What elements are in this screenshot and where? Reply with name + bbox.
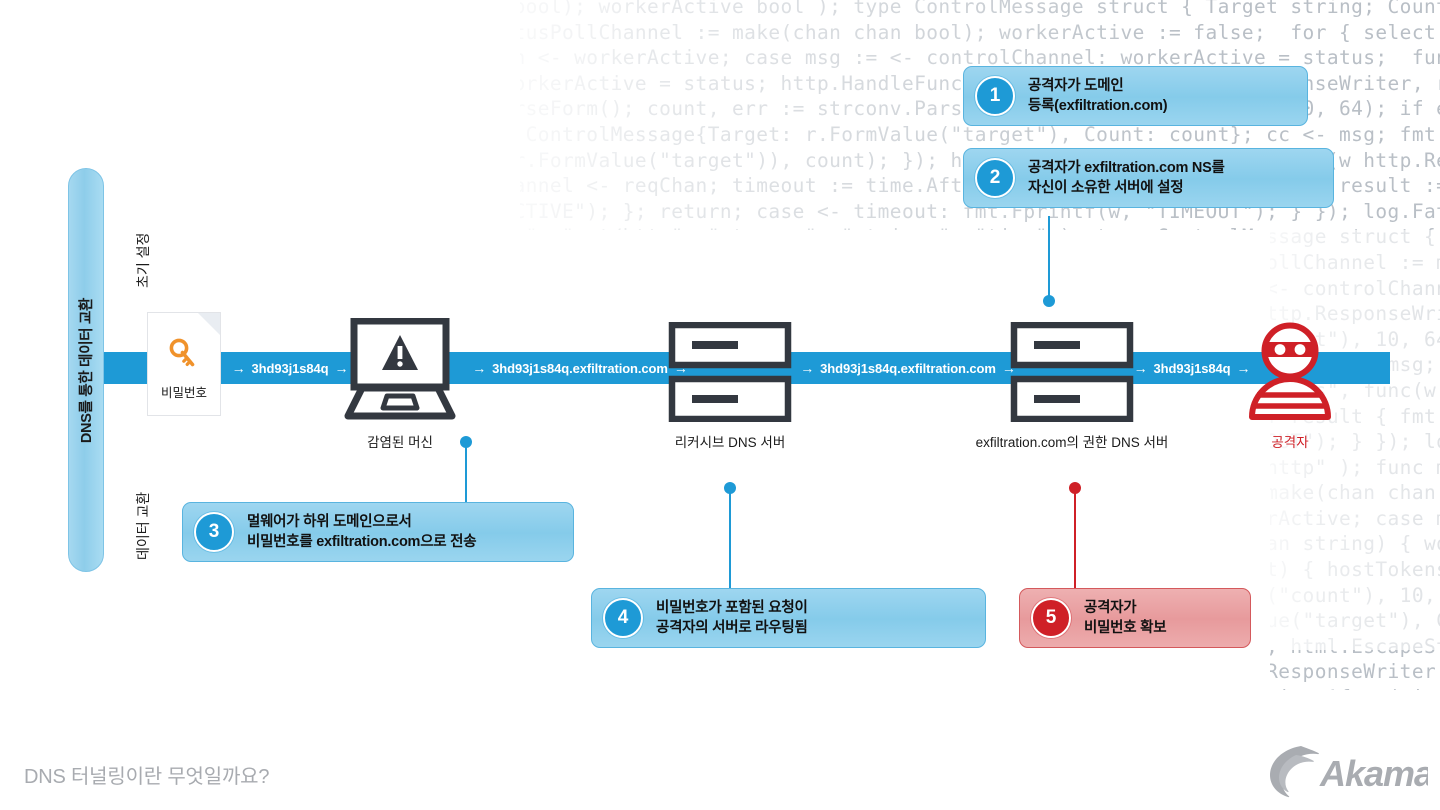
callout-5[interactable]: 5 공격자가 비밀번호 확보 — [1019, 588, 1251, 648]
svg-text:Akamai: Akamai — [1319, 753, 1428, 794]
flow-text-4: 3hd93j1s84q — [1153, 360, 1231, 376]
recursive-dns-node — [668, 321, 792, 427]
connector-dot-callout3 — [460, 436, 472, 448]
attacker-node — [1238, 318, 1342, 427]
veil-main — [0, 230, 1270, 730]
callout-4-text: 비밀번호가 포함된 요청이 공격자의 서버로 라우팅됨 — [656, 600, 808, 636]
phase-label-setup: 초기 설정 — [135, 232, 151, 288]
callout-3-text: 멀웨어가 하위 도메인으로서 비밀번호를 exfiltration.com으로 … — [247, 514, 477, 550]
flow-label-4: → 3hd93j1s84q → — [1134, 356, 1251, 380]
code-line: { controlChannel := make(chan ControlMes… — [137, 250, 1440, 274]
attacker-caption: 공격자 — [1271, 435, 1309, 450]
code-line: FormValue("target")), count); }); http.H… — [379, 660, 1440, 684]
flow-text-1: 3hd93j1s84q — [251, 360, 329, 376]
flow-arrow-left-1: → — [231, 360, 246, 376]
diagram-canvas: statusPollChannel = make(chan chan bool)… — [0, 0, 1440, 810]
attacker-icon — [1238, 322, 1342, 426]
key-icon — [148, 337, 220, 376]
callout-4-badge: 4 — [603, 598, 643, 638]
callout-5-text: 공격자가 비밀번호 확보 — [1084, 600, 1167, 636]
server-icon — [668, 321, 792, 426]
left-rail-pill-label: DNS를 통한 데이터 교환 — [79, 297, 96, 443]
flow-label-3: → 3hd93j1s84q.exfiltration.com → — [794, 356, 1022, 380]
laptop-warning-icon — [332, 317, 468, 426]
code-line: ListenAndServe(":1337", nil)); }; packag… — [246, 455, 1440, 479]
phase-label-exchange: 데이터 교환 — [135, 491, 151, 560]
code-line: main; import ( "fmt"; "html"; "log"; "ne… — [112, 225, 1437, 249]
authoritative-dns-node — [1010, 321, 1134, 427]
connector-callout2 — [1048, 216, 1050, 304]
flow-text-3: 3hd93j1s84q.exfiltration.com — [820, 360, 996, 376]
connector-callout3 — [465, 442, 467, 504]
recursive-dns-caption: 리커시브 DNS 서버 — [674, 435, 786, 450]
left-rail-pill: DNS를 통한 데이터 교환 — [68, 168, 104, 572]
code-line: for { select { case respChan := <- statu… — [149, 276, 1440, 300]
connector-dot-callout4 — [724, 482, 736, 494]
callout-1[interactable]: 1 공격자가 도메인 등록(exfiltration.com) — [963, 66, 1308, 126]
authoritative-dns-caption: exfiltration.com의 권한 DNS 서버 — [975, 435, 1169, 450]
attacker-caption-wrap: 공격자 — [1228, 433, 1352, 452]
callout-3-badge: 3 — [194, 512, 234, 552]
authoritative-dns-caption-wrap: exfiltration.com의 권한 DNS 서버 — [950, 433, 1194, 452]
connector-callout4 — [729, 488, 731, 590]
flow-arrow-left-2: → — [472, 360, 487, 376]
document-fold-corner — [198, 313, 220, 335]
flow-label-1: → 3hd93j1s84q → — [232, 356, 349, 380]
server-icon — [1010, 321, 1134, 426]
callout-5-badge: 5 — [1031, 598, 1071, 638]
code-line: reqChan := make(chan bool); statusPollCh… — [137, 20, 1437, 44]
flow-arrow-left-3: → — [800, 360, 815, 376]
callout-3[interactable]: 3 멀웨어가 하위 도메인으로서 비밀번호를 exfiltration.com으… — [182, 502, 574, 562]
password-document: 비밀번호 — [147, 312, 221, 416]
page-title: DNS 터널링이란 무엇일까요? — [24, 766, 270, 788]
infected-machine-node — [332, 317, 468, 427]
code-line: statusPollChannel = make(chan chan bool)… — [40, 0, 1440, 18]
callout-1-badge: 1 — [975, 76, 1015, 116]
connector-dot-callout5 — [1069, 482, 1081, 494]
code-line: { reqChan := make(chan bool); statusPoll… — [40, 686, 1440, 710]
callout-2-badge: 2 — [975, 158, 1015, 198]
password-document-caption: 비밀번호 — [160, 386, 207, 400]
callout-2-text: 공격자가 exfiltration.com NS를 자신이 소유한 서버에 설정 — [1028, 160, 1225, 196]
callout-2[interactable]: 2 공격자가 exfiltration.com NS를 자신이 소유한 서버에 … — [963, 148, 1334, 208]
veil-bottom — [0, 690, 1440, 810]
callout-1-text: 공격자가 도메인 등록(exfiltration.com) — [1028, 78, 1168, 114]
callout-4[interactable]: 4 비밀번호가 포함된 요청이 공격자의 서버로 라우팅됨 — [591, 588, 986, 648]
flow-text-2: 3hd93j1s84q.exfiltration.com — [492, 360, 668, 376]
flow-label-2: →3hd93j1s84q.exfiltration.com→ — [466, 356, 694, 380]
connector-callout5 — [1074, 488, 1076, 590]
recursive-dns-caption-wrap: 리커시브 DNS 서버 — [640, 433, 820, 452]
connector-dot-callout2 — [1043, 295, 1055, 307]
akamai-logo: Akamai — [1268, 742, 1440, 800]
